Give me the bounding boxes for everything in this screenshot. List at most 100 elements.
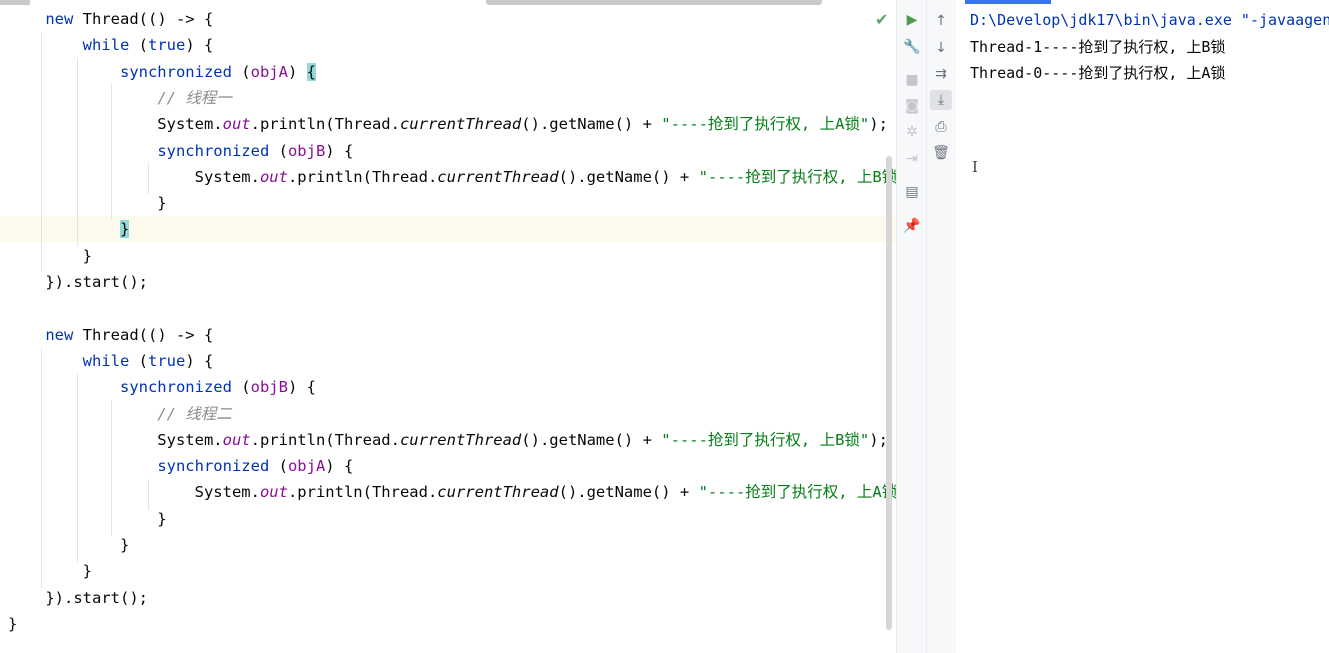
code-token: while (82, 36, 130, 55)
code-token: ( (269, 141, 288, 160)
editor-tab-strip (0, 0, 30, 5)
code-token: Thread(() -> { (73, 10, 214, 28)
console-command-line: D:\Develop\jdk17\bin\java.exe "-javaagen… (970, 11, 1329, 29)
soft-wrap-icon[interactable]: ⇉ (930, 64, 952, 84)
code-token: out (222, 430, 251, 449)
code-editor[interactable]: new Thread(() -> { while (true) { synchr… (0, 0, 896, 653)
code-token: currentThread (437, 167, 559, 186)
code-line[interactable]: } (8, 532, 129, 558)
code-token: }).start(); (8, 588, 148, 607)
code-line[interactable]: System.out.println(Thread.currentThread(… (8, 479, 896, 505)
code-token: objB (250, 378, 288, 397)
code-line[interactable]: synchronized (objB) { (8, 374, 316, 400)
code-line[interactable]: } (8, 506, 166, 532)
run-icon[interactable]: ▶ (901, 10, 923, 30)
run-console[interactable]: D:\Develop\jdk17\bin\java.exe "-javaagen… (956, 0, 1329, 653)
code-line[interactable]: }).start(); (8, 269, 148, 295)
wrench-icon[interactable]: 🔧 (901, 37, 923, 57)
code-token: synchronized (119, 378, 232, 397)
code-token: ( (129, 351, 148, 370)
code-token: ( (269, 457, 288, 476)
code-line[interactable]: // 线程二 (8, 401, 232, 427)
code-token: } (8, 246, 92, 265)
code-token: ( (129, 36, 148, 55)
vertical-scrollbar[interactable] (886, 156, 892, 630)
code-line[interactable]: System.out.println(Thread.currentThread(… (8, 427, 888, 453)
code-line[interactable]: while (true) { (8, 348, 214, 374)
code-line[interactable]: new Thread(() -> { (8, 322, 213, 348)
code-token: ().getName() + (558, 167, 699, 186)
code-token: out (222, 115, 251, 134)
code-line[interactable]: while (true) { (8, 32, 214, 58)
run-toolbar-left: ▶ 🔧 ■ ◙ ✲ ⇥ ▤ 📌 (896, 0, 927, 653)
camera-icon[interactable]: ◙ (901, 96, 923, 116)
code-line[interactable]: } (8, 558, 92, 584)
text-cursor-icon: I (972, 158, 978, 176)
code-token: synchronized (157, 141, 270, 160)
code-token: .println(Thread. (287, 167, 438, 186)
arrow-up-icon[interactable]: ↑ (930, 11, 952, 31)
code-line[interactable]: } (8, 611, 17, 637)
code-token: synchronized (119, 62, 232, 81)
code-line[interactable]: // 线程一 (8, 85, 232, 111)
code-token: true (148, 36, 186, 55)
code-token: System. (8, 167, 260, 186)
code-line[interactable]: synchronized (objA) { (8, 453, 353, 479)
code-token: ( (231, 62, 251, 81)
code-line[interactable]: } (8, 216, 130, 242)
code-line[interactable]: } (8, 243, 92, 269)
trash-icon[interactable]: 🗑 (930, 143, 952, 163)
code-line[interactable]: } (8, 190, 167, 216)
print-icon[interactable]: ⎙ (930, 117, 952, 137)
import-icon[interactable]: ⇥ (901, 149, 923, 169)
code-line[interactable]: new Thread(() -> { (8, 6, 213, 32)
arrow-down-icon[interactable]: ↓ (930, 38, 952, 58)
code-token: "----抢到了执行权, 上B锁" (698, 167, 896, 186)
code-token: System. (8, 483, 260, 502)
code-token: new (45, 325, 74, 344)
code-token: ) { (185, 36, 214, 55)
bug-icon[interactable]: ✲ (901, 122, 923, 142)
code-token: } (8, 194, 167, 213)
code-token: ().getName() + (558, 483, 699, 502)
code-token: out (259, 483, 288, 502)
scroll-to-end-icon[interactable]: ⤓ (930, 90, 952, 110)
code-token: } (119, 220, 130, 239)
console-tab-indicator (965, 0, 1051, 4)
code-line[interactable]: synchronized (objB) { (8, 138, 353, 164)
code-token: ) { (287, 378, 316, 397)
code-token: }).start(); (8, 273, 148, 291)
current-line-highlight (0, 216, 896, 242)
code-token: objB (287, 141, 326, 160)
code-token: // 线程二 (157, 404, 232, 423)
code-line[interactable]: synchronized (objA) { (8, 59, 316, 85)
code-token: System. (8, 115, 223, 134)
code-token: currentThread (399, 430, 522, 449)
console-output-line: Thread-1----抢到了执行权, 上B锁 (970, 38, 1226, 56)
code-token: ); (869, 115, 888, 134)
pin-icon[interactable]: 📌 (901, 216, 923, 236)
code-token: } (8, 614, 18, 633)
code-token: .println(Thread. (287, 483, 438, 502)
horizontal-scrollbar[interactable] (486, 0, 822, 5)
code-line[interactable]: System.out.println(Thread.currentThread(… (8, 111, 888, 137)
code-line[interactable]: System.out.println(Thread.currentThread(… (8, 164, 896, 190)
code-token: out (259, 167, 288, 186)
inspection-ok-icon[interactable]: ✔ (875, 10, 888, 29)
code-line[interactable]: }).start(); (8, 585, 148, 611)
code-token: ( (231, 378, 251, 397)
code-token: new (45, 10, 74, 28)
code-token: "----抢到了执行权, 上B锁" (661, 430, 870, 449)
code-token: "----抢到了执行权, 上A锁" (698, 483, 896, 502)
layout-icon[interactable]: ▤ (901, 182, 923, 202)
stop-icon[interactable]: ■ (901, 70, 923, 90)
code-token: ) (287, 62, 307, 81)
